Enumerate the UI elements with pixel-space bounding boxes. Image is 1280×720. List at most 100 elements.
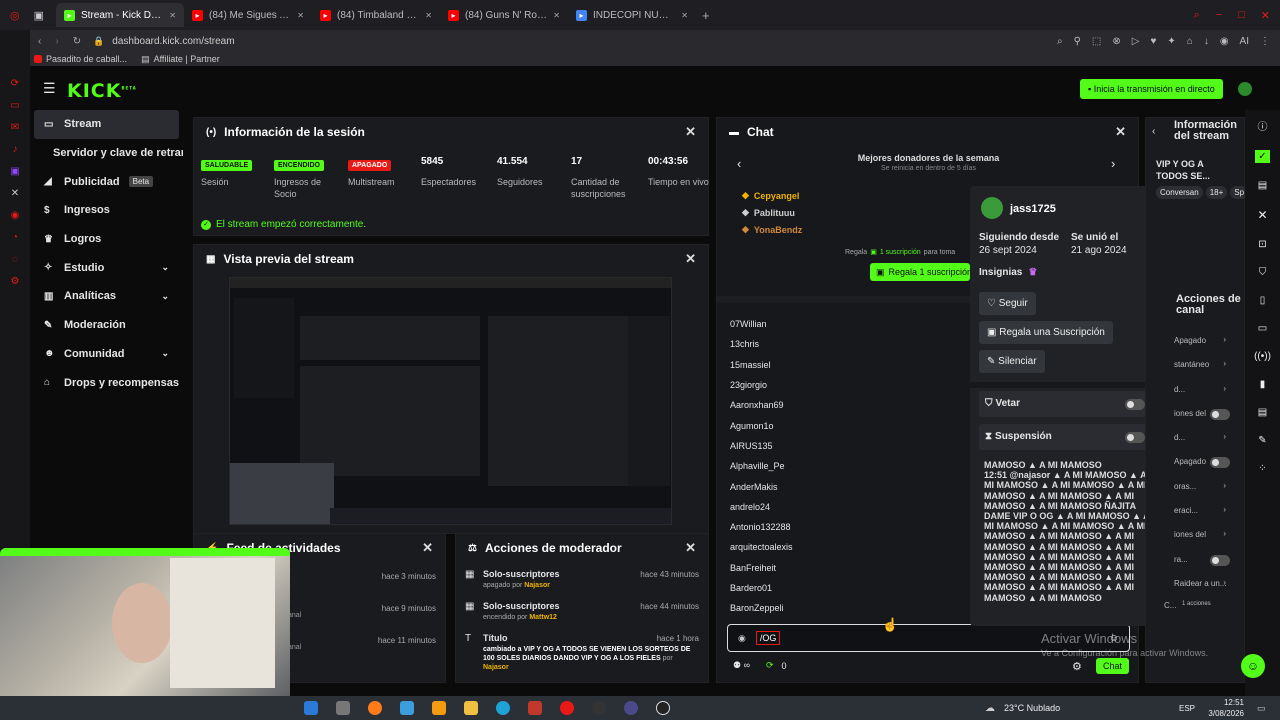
floating-chat-icon[interactable]: ☺ — [1241, 654, 1265, 678]
chat-user-item[interactable]: 13chris — [717, 334, 970, 354]
stream-preview-video[interactable] — [229, 277, 672, 525]
check-icon[interactable]: ✓ — [1255, 150, 1270, 163]
follow-button[interactable]: ♡ Seguir — [979, 292, 1036, 315]
notifications-icon[interactable]: ▭ — [1257, 703, 1266, 714]
chevron-left-icon[interactable]: ‹ — [1152, 126, 1155, 137]
wave-icon[interactable]: ((•)) — [1254, 351, 1271, 362]
close-tab-icon[interactable]: ✕ — [553, 11, 560, 20]
bookmark-icon[interactable]: ⌂ — [1187, 36, 1193, 47]
sidepanel-twitch-icon[interactable]: ▣ — [10, 166, 19, 177]
go-live-button[interactable]: ▪ Inicia la transmisión en directo — [1080, 79, 1223, 99]
avatar[interactable] — [1238, 82, 1252, 96]
browser-tab[interactable]: ▸ (84) Guns N' Roses - D ✕ — [440, 3, 568, 27]
users-icon[interactable]: ⚉ ∞ — [733, 660, 750, 671]
extension-icon[interactable]: ✦ — [1167, 36, 1175, 47]
close-icon[interactable]: ✕ — [422, 540, 433, 556]
heart-icon[interactable]: ♥ — [1150, 36, 1156, 47]
forward-icon[interactable]: › — [55, 36, 58, 47]
sidepanel-settings-icon[interactable]: ⚙ — [11, 276, 20, 287]
weather-text[interactable]: 23°C Nublado — [1004, 703, 1060, 713]
sidebar-item-drops[interactable]: ⌂ Drops y recompensas — [30, 368, 185, 397]
browser-logo-icon[interactable]: ◎ — [10, 9, 20, 22]
camera-icon[interactable]: ◉ — [1220, 36, 1229, 47]
taskbar-edge-icon[interactable] — [496, 701, 510, 715]
mod-action-user[interactable]: Mattw12 — [529, 614, 557, 621]
close-tab-icon[interactable]: ✕ — [425, 11, 432, 20]
sidebar-item-logros[interactable]: ♛ Logros — [30, 225, 185, 254]
chevron-right-icon[interactable]: › — [1111, 156, 1115, 171]
browser-tab[interactable]: ▸ (84) Me Sigues Amando ✕ — [184, 3, 312, 27]
taskbar-vlc-icon[interactable] — [432, 701, 446, 715]
chat-user-item[interactable]: Alphaville_Pe — [717, 456, 970, 476]
channel-action-item[interactable]: oras... › — [1146, 476, 1246, 500]
sidepanel-music-icon[interactable]: ♪ — [13, 144, 18, 155]
kick-logo[interactable]: KICKBETA — [67, 80, 137, 102]
chat-user-item[interactable]: AIRUS135 — [717, 436, 970, 456]
menu-icon[interactable]: ⋮ — [1260, 36, 1270, 47]
sidebar-item-analíticas[interactable]: ▥ Analíticas ⌄ — [30, 282, 185, 311]
veto-toggle[interactable] — [1125, 399, 1145, 410]
chat-icon[interactable]: ▭ — [1258, 323, 1267, 334]
channel-action-item[interactable]: Apagado › — [1146, 330, 1246, 354]
stack-icon[interactable]: ▤ — [1258, 180, 1267, 191]
reload-icon[interactable]: ↻ — [73, 36, 81, 47]
donor-item[interactable]: ◆ Cepyangel — [742, 187, 802, 204]
close-icon[interactable]: ✕ — [685, 540, 696, 556]
info-icon[interactable]: ⓘ — [1258, 118, 1268, 133]
taskbar-media-icon[interactable] — [656, 701, 670, 715]
pin-icon[interactable]: ⚲ — [1074, 36, 1081, 47]
chevron-right-icon[interactable]: › — [1223, 359, 1226, 368]
taskbar-github-icon[interactable] — [592, 701, 606, 715]
taskbar-obs-icon[interactable] — [624, 701, 638, 715]
chevron-down-icon[interactable]: ⌄ — [161, 262, 169, 273]
url-field[interactable]: dashboard.kick.com/stream — [112, 36, 234, 47]
chat-user-item[interactable]: 23giorgio — [717, 375, 970, 395]
emoji-icon[interactable]: ◉ — [738, 633, 746, 644]
action-toggle[interactable] — [1210, 554, 1230, 566]
screenshot-icon[interactable]: ⬚ — [1092, 36, 1101, 47]
shield-icon[interactable]: ⛉ — [1259, 267, 1267, 278]
taskbar-files-icon[interactable] — [336, 701, 350, 715]
sidepanel-bulb-icon[interactable]: ◌ — [12, 254, 18, 265]
maximize-icon[interactable]: □ — [1238, 9, 1245, 22]
doc-icon[interactable]: ▯ — [1260, 295, 1266, 306]
chat-user-item[interactable]: Bardero01 — [717, 578, 970, 598]
taskbar-opera-icon[interactable] — [560, 701, 574, 715]
sidebar-item-comunidad[interactable]: ☻ Comunidad ⌄ — [30, 340, 185, 369]
close-icon[interactable]: ✕ — [1257, 208, 1267, 222]
browser-tab[interactable]: ▸ (84) Timbaland - Apolo ✕ — [312, 3, 440, 27]
search-tabs-icon[interactable]: ⌕ — [1194, 9, 1200, 22]
mod-action-user[interactable]: Najasor — [524, 582, 550, 589]
chevron-right-icon[interactable]: › — [1223, 578, 1226, 587]
sidepanel-record-icon[interactable]: ◉ — [11, 210, 20, 221]
sidebar-item-stream[interactable]: ▭ Stream — [34, 110, 179, 139]
channel-action-item[interactable]: stantáneo › — [1146, 354, 1246, 378]
chat-user-item[interactable]: BanFreiheit — [717, 558, 970, 578]
sidebar-item-estudio[interactable]: ✧ Estudio ⌄ — [30, 253, 185, 282]
channel-action-item[interactable]: Apagado — [1146, 451, 1246, 475]
mute-button[interactable]: ✎ Silenciar — [979, 350, 1045, 373]
chevron-down-icon[interactable]: ⌄ — [161, 348, 169, 359]
clock[interactable]: 12:51 3/08/2026 — [1200, 697, 1244, 719]
back-icon[interactable]: ‹ — [38, 36, 41, 47]
sidepanel-history-icon[interactable]: ⟳ — [11, 78, 19, 89]
sidepanel-x-icon[interactable]: ✕ — [11, 188, 19, 199]
taskbar-app-icon[interactable] — [528, 701, 542, 715]
donor-item[interactable]: ◆ Pablituuu — [742, 204, 802, 221]
sidepanel-clock-icon[interactable]: ◔ — [12, 232, 18, 243]
minimize-icon[interactable]: − — [1216, 9, 1222, 22]
suspension-toggle[interactable] — [1125, 432, 1145, 443]
stream-tag[interactable]: Conversan — [1156, 186, 1203, 199]
chat-user-item[interactable]: andrelo24 — [717, 497, 970, 517]
download-icon[interactable]: ↓ — [1204, 36, 1209, 47]
shield-icon[interactable]: ⊗ — [1112, 36, 1120, 47]
chevron-right-icon[interactable]: › — [1223, 529, 1226, 538]
sidebar-item-publicidad[interactable]: ◢ Publicidad Beta — [30, 167, 185, 196]
close-tab-icon[interactable]: ✕ — [681, 11, 688, 20]
mod-action-user[interactable]: Najasor — [483, 664, 509, 671]
new-tab-icon[interactable]: + — [702, 8, 710, 23]
close-tab-icon[interactable]: ✕ — [169, 11, 176, 20]
chat-user-item[interactable]: 07Willian — [717, 314, 970, 334]
close-tab-icon[interactable]: ✕ — [297, 11, 304, 20]
action-toggle[interactable] — [1210, 457, 1230, 469]
